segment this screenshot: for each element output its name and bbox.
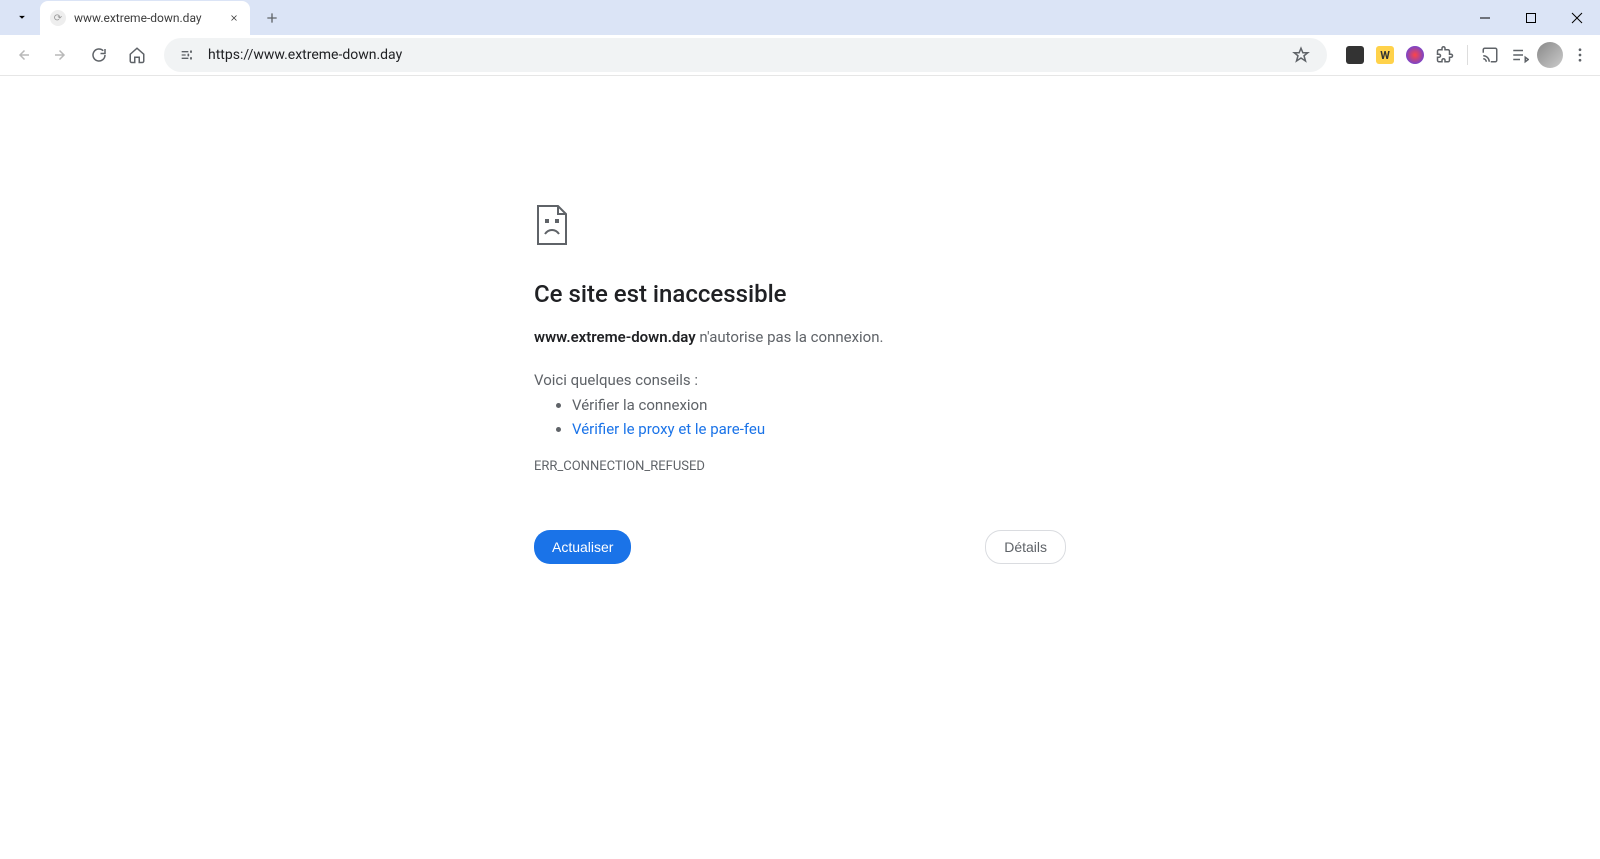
proxy-firewall-link[interactable]: Vérifier le proxy et le pare-feu	[572, 420, 765, 438]
close-icon	[229, 13, 239, 23]
arrow-left-icon	[14, 46, 32, 64]
minimize-icon	[1479, 12, 1491, 24]
favicon-icon: ⟳	[50, 10, 66, 26]
profile-button[interactable]	[1536, 41, 1564, 69]
browser-toolbar: https://www.extreme-down.day W	[0, 35, 1600, 76]
broken-page-icon	[534, 204, 1066, 250]
extension-icon: W	[1376, 46, 1394, 64]
playlist-icon	[1511, 46, 1529, 64]
close-window-button[interactable]	[1554, 0, 1600, 35]
back-button[interactable]	[6, 38, 40, 72]
separator	[1467, 45, 1468, 65]
maximize-icon	[1525, 12, 1537, 24]
chevron-down-icon	[15, 10, 29, 24]
error-heading: Ce site est inaccessible	[534, 280, 1066, 308]
error-message: www.extreme-down.day n'autorise pas la c…	[534, 326, 1066, 349]
bookmark-button[interactable]	[1287, 46, 1315, 64]
extension-icon	[1346, 46, 1364, 64]
tips-list: Vérifier la connexion Vérifier le proxy …	[534, 393, 1066, 441]
cast-button[interactable]	[1476, 41, 1504, 69]
tip-item-proxy: Vérifier le proxy et le pare-feu	[572, 417, 1066, 441]
extension-2[interactable]: W	[1371, 41, 1399, 69]
error-panel: Ce site est inaccessible www.extreme-dow…	[534, 204, 1066, 859]
tune-icon	[179, 47, 195, 63]
close-icon	[1571, 12, 1583, 24]
error-message-suffix: n'autorise pas la connexion.	[696, 328, 884, 346]
forward-button[interactable]	[44, 38, 78, 72]
menu-button[interactable]	[1566, 41, 1594, 69]
tip-item-connection: Vérifier la connexion	[572, 393, 1066, 417]
minimize-button[interactable]	[1462, 0, 1508, 35]
tips-intro: Voici quelques conseils :	[534, 371, 1066, 389]
browser-titlebar: ⟳ www.extreme-down.day	[0, 0, 1600, 35]
extensions-group: W	[1337, 41, 1594, 69]
extension-icon	[1406, 46, 1424, 64]
home-button[interactable]	[120, 38, 154, 72]
cast-icon	[1481, 46, 1499, 64]
new-tab-button[interactable]	[258, 4, 286, 32]
tab-close-button[interactable]	[226, 10, 242, 26]
address-bar[interactable]: https://www.extreme-down.day	[164, 38, 1327, 72]
extension-3[interactable]	[1401, 41, 1429, 69]
reload-icon	[90, 46, 108, 64]
error-code: ERR_CONNECTION_REFUSED	[534, 459, 1066, 474]
maximize-button[interactable]	[1508, 0, 1554, 35]
page-content: Ce site est inaccessible www.extreme-dow…	[0, 76, 1600, 859]
url-display: https://www.extreme-down.day	[208, 47, 1287, 63]
arrow-right-icon	[52, 46, 70, 64]
error-domain: www.extreme-down.day	[534, 328, 696, 346]
reload-button[interactable]	[82, 38, 116, 72]
extension-1[interactable]	[1341, 41, 1369, 69]
browser-tab[interactable]: ⟳ www.extreme-down.day	[40, 1, 250, 35]
avatar-icon	[1537, 42, 1563, 68]
dots-vertical-icon	[1571, 46, 1589, 64]
puzzle-icon	[1436, 46, 1454, 64]
plus-icon	[264, 10, 280, 26]
extensions-button[interactable]	[1431, 41, 1459, 69]
media-control-button[interactable]	[1506, 41, 1534, 69]
button-row: Actualiser Détails	[534, 530, 1066, 564]
tab-search-dropdown[interactable]	[8, 3, 36, 31]
reload-page-button[interactable]: Actualiser	[534, 530, 631, 564]
details-button[interactable]: Détails	[985, 530, 1066, 564]
tab-title: www.extreme-down.day	[74, 11, 226, 25]
window-controls	[1462, 0, 1600, 35]
home-icon	[128, 46, 146, 64]
star-icon	[1292, 46, 1310, 64]
site-info-button[interactable]	[176, 44, 198, 66]
